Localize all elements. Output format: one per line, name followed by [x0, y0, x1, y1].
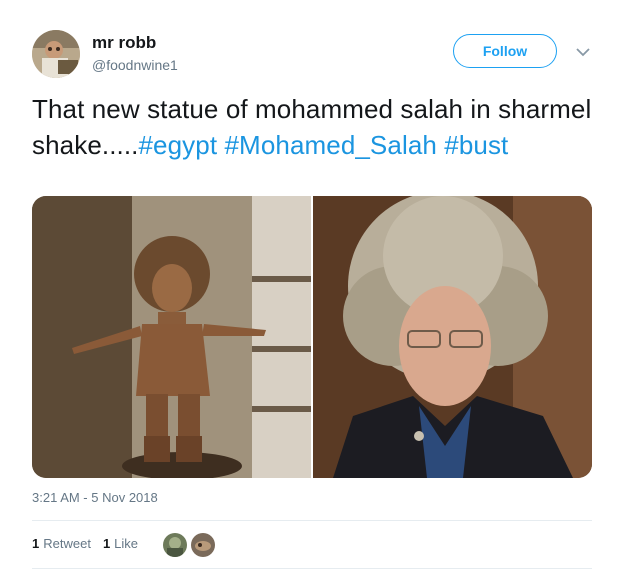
hashtag-link[interactable]: #Mohamed_Salah — [225, 130, 437, 160]
like-count[interactable]: 1 — [103, 536, 110, 551]
retweet-count[interactable]: 1 — [32, 536, 39, 551]
media-image-statue[interactable] — [32, 196, 311, 478]
hashtag-link[interactable]: #egypt — [139, 130, 218, 160]
liker-avatar[interactable] — [190, 532, 216, 558]
follow-button[interactable]: Follow — [453, 34, 557, 68]
liker-avatar[interactable] — [162, 532, 188, 558]
tweet-timestamp[interactable]: 3:21 AM - 5 Nov 2018 — [32, 490, 158, 505]
divider — [32, 568, 592, 569]
hashtag-link[interactable]: #bust — [444, 130, 508, 160]
retweet-label[interactable]: Retweet — [43, 536, 91, 551]
avatar-photo — [32, 30, 80, 78]
author-name[interactable]: mr robb — [92, 33, 156, 53]
media-image-portrait[interactable] — [313, 196, 592, 478]
author-handle[interactable]: @foodnwine1 — [92, 57, 178, 73]
like-label[interactable]: Like — [114, 536, 138, 551]
chevron-down-icon[interactable] — [572, 41, 594, 63]
engagement-stats: 1 Retweet 1 Like — [32, 536, 138, 551]
author-avatar[interactable] — [32, 30, 80, 78]
tweet-text: That new statue of mohammed salah in sha… — [32, 91, 602, 163]
tweet-media — [32, 196, 592, 478]
divider — [32, 520, 592, 521]
